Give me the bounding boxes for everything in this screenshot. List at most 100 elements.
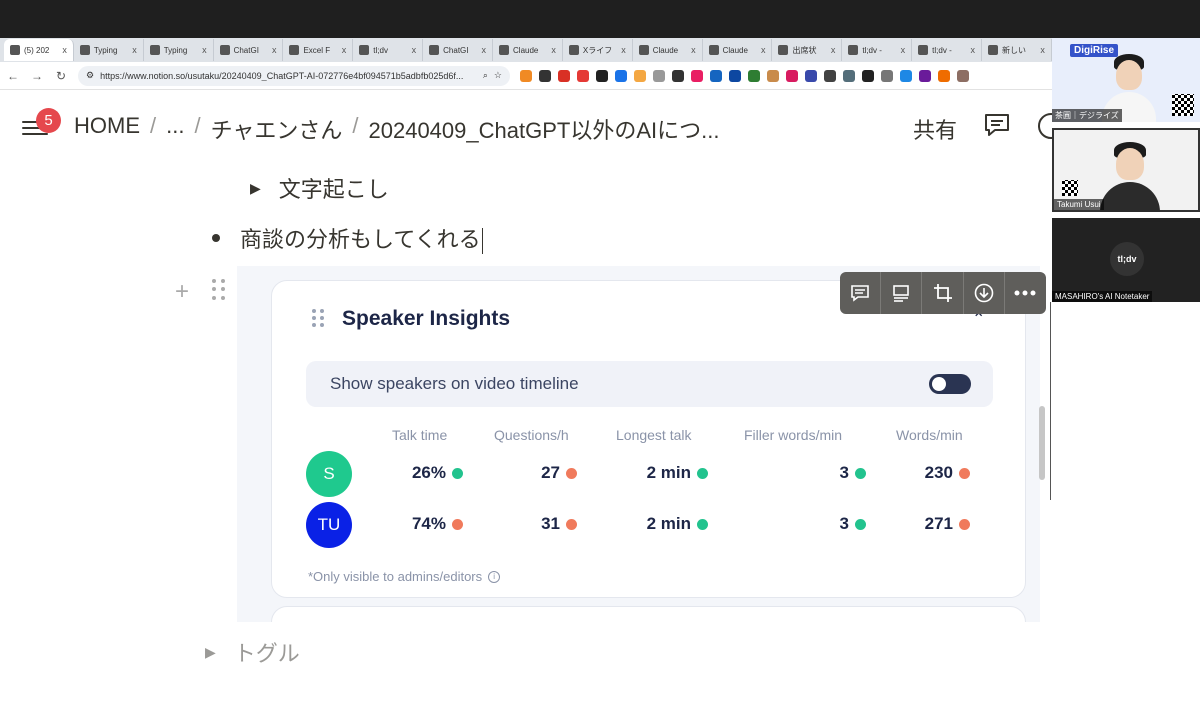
browser-tab[interactable]: Claude x: [633, 39, 703, 61]
tab-close-icon[interactable]: x: [831, 45, 836, 55]
extension-icon[interactable]: [634, 69, 646, 82]
extension-icon[interactable]: [900, 69, 912, 82]
status-dot-icon: [959, 467, 970, 479]
embedded-image[interactable]: Speaker Insights ⌃ Show speakers on vide…: [237, 266, 1040, 622]
transcription-toggle-block[interactable]: ▶ 文字起こし: [250, 172, 389, 204]
extension-icon[interactable]: [520, 69, 532, 82]
toggle-block[interactable]: ▶ トグル: [205, 636, 300, 668]
extension-icon[interactable]: [729, 69, 741, 82]
tab-close-icon[interactable]: x: [1040, 45, 1045, 55]
tab-close-icon[interactable]: x: [482, 45, 487, 55]
extension-icon[interactable]: [919, 69, 931, 82]
tab-close-icon[interactable]: x: [202, 45, 207, 55]
metric-value: 2 min: [646, 463, 691, 482]
extension-icon[interactable]: [957, 69, 969, 82]
extension-icon[interactable]: [691, 69, 703, 82]
forward-icon[interactable]: →: [30, 69, 44, 83]
metric-value: 74%: [411, 514, 446, 533]
toggle-title: トグル: [233, 641, 300, 666]
extensions-toolbar: [520, 69, 1020, 82]
tab-favicon-icon: [149, 45, 160, 55]
extension-icon[interactable]: [805, 69, 817, 82]
bullet-item[interactable]: 商談の分析もしてくれる: [212, 222, 483, 255]
extension-icon[interactable]: [862, 69, 874, 82]
extension-icon[interactable]: [824, 69, 836, 82]
browser-tab[interactable]: 新しい x: [982, 39, 1052, 61]
browser-tab[interactable]: (5) 202 x: [4, 39, 74, 61]
crop-icon[interactable]: [922, 272, 964, 314]
tab-close-icon[interactable]: x: [272, 45, 277, 55]
tab-close-icon[interactable]: x: [62, 45, 67, 55]
browser-tab[interactable]: tl;dv x: [353, 39, 424, 61]
participant-name-label: 茶圓｜デジライズ: [1052, 109, 1122, 122]
breadcrumb-parent[interactable]: チャエンさん: [211, 113, 343, 145]
extension-icon[interactable]: [577, 69, 589, 82]
extension-icon[interactable]: [843, 69, 855, 82]
browser-tab[interactable]: ChatGI x: [214, 39, 284, 61]
extension-icon[interactable]: [672, 69, 684, 82]
add-block-icon[interactable]: +: [175, 278, 189, 306]
comments-icon[interactable]: [983, 112, 1011, 138]
extension-icon[interactable]: [558, 69, 570, 82]
browser-tab[interactable]: Claude x: [493, 39, 563, 61]
tab-close-icon[interactable]: x: [691, 45, 696, 55]
column-header: Longest talk: [616, 427, 692, 443]
url-field[interactable]: ⚙ https://www.notion.so/usutaku/20240409…: [78, 65, 510, 86]
browser-tab[interactable]: Claude x: [703, 39, 773, 61]
extension-icon[interactable]: [653, 69, 665, 82]
caption-icon[interactable]: [881, 272, 923, 314]
tab-favicon-icon: [359, 45, 370, 55]
video-tile-notetaker[interactable]: tl;dv MASAHIRO's AI Notetaker: [1052, 218, 1200, 302]
tab-close-icon[interactable]: x: [342, 45, 347, 55]
browser-tab[interactable]: tl;dv - x: [912, 39, 983, 61]
extension-icon[interactable]: [596, 69, 608, 82]
video-call-panel: DigiRise 茶圓｜デジライズ Takumi Usui tl;dv MASA…: [1052, 38, 1200, 713]
toggle-triangle-icon[interactable]: ▶: [205, 644, 216, 661]
browser-tab[interactable]: 出席状 x: [772, 39, 843, 61]
breadcrumb-separator: /: [352, 113, 359, 138]
tab-close-icon[interactable]: x: [551, 45, 556, 55]
extension-icon[interactable]: [710, 69, 722, 82]
admins-only-note: *Only visible to admins/editors i: [308, 569, 501, 584]
breadcrumb-current-page[interactable]: 20240409_ChatGPT以外のAIにつ...: [369, 113, 720, 145]
tab-close-icon[interactable]: x: [412, 45, 417, 55]
zoom-icon[interactable]: ⌕: [483, 70, 488, 81]
metric-cell: 31: [541, 514, 577, 534]
scrollbar[interactable]: [1039, 406, 1045, 480]
image-more-icon[interactable]: [1005, 272, 1046, 314]
notification-badge: 5: [36, 108, 61, 133]
back-icon[interactable]: ←: [6, 69, 20, 83]
extension-icon[interactable]: [938, 69, 950, 82]
browser-tab[interactable]: tl;dv - x: [842, 39, 913, 61]
extension-icon[interactable]: [767, 69, 779, 82]
download-icon[interactable]: [964, 272, 1005, 314]
browser-tab[interactable]: Excel F x: [283, 39, 354, 61]
tab-close-icon[interactable]: x: [132, 45, 137, 55]
image-comment-icon[interactable]: [840, 272, 882, 314]
breadcrumb-ellipsis[interactable]: ...: [166, 113, 184, 145]
tab-close-icon[interactable]: x: [901, 45, 906, 55]
tab-close-icon[interactable]: x: [621, 45, 626, 55]
extension-icon[interactable]: [539, 69, 551, 82]
share-button[interactable]: 共有: [913, 113, 957, 145]
breadcrumb-home[interactable]: HOME: [74, 113, 140, 145]
toggle-triangle-icon[interactable]: ▶: [250, 180, 261, 197]
browser-tab[interactable]: Typing x: [144, 39, 214, 61]
tab-close-icon[interactable]: x: [971, 45, 976, 55]
tab-close-icon[interactable]: x: [761, 45, 766, 55]
video-tile-active-speaker[interactable]: Takumi Usui: [1052, 128, 1200, 212]
extension-icon[interactable]: [881, 69, 893, 82]
extension-icon[interactable]: [786, 69, 798, 82]
extension-icon[interactable]: [748, 69, 760, 82]
tab-title: Claude: [652, 45, 679, 55]
video-tile[interactable]: DigiRise 茶圓｜デジライズ: [1052, 38, 1200, 122]
site-settings-icon[interactable]: ⚙: [86, 70, 94, 81]
breadcrumb-separator: /: [150, 113, 157, 138]
bookmark-star-icon[interactable]: ☆: [494, 70, 502, 81]
drag-handle-icon[interactable]: [212, 279, 226, 301]
extension-icon[interactable]: [615, 69, 627, 82]
browser-tab[interactable]: Xライフ x: [563, 39, 633, 61]
browser-tab[interactable]: Typing x: [74, 39, 144, 61]
browser-tab[interactable]: ChatGI x: [423, 39, 494, 61]
reload-icon[interactable]: ↻: [54, 69, 68, 83]
